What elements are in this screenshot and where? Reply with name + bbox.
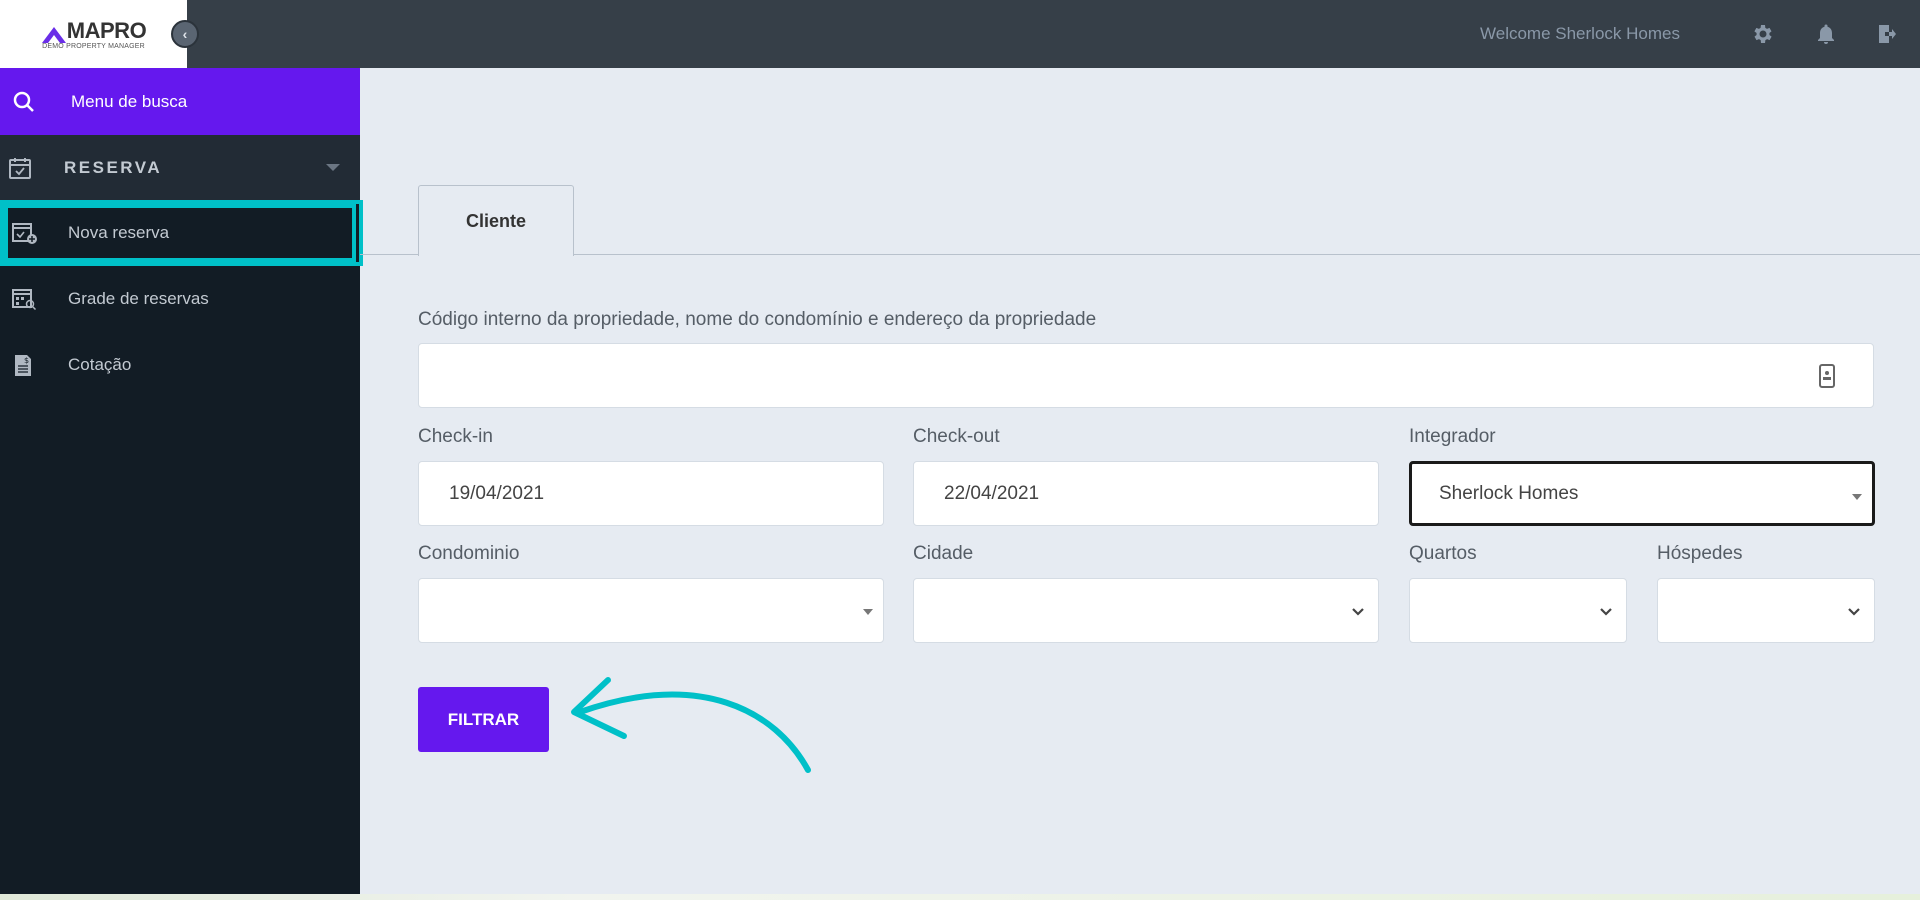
invoice-icon: $ (15, 355, 31, 376)
chevron-down-icon (1352, 608, 1364, 616)
logout-icon[interactable] (1874, 22, 1898, 46)
logo-text: MAPRO (66, 18, 147, 43)
logo[interactable]: MAPRO DEMO PROPERTY MANAGER (0, 0, 187, 68)
checkin-input[interactable]: 19/04/2021 (418, 461, 884, 526)
contact-card-icon[interactable] (1819, 364, 1835, 388)
property-search-input[interactable] (418, 343, 1874, 408)
filter-button[interactable]: FILTRAR (418, 687, 549, 752)
annotation-arrow-icon (571, 677, 811, 773)
sidebar-item-nova-reserva[interactable]: Nova reserva (0, 200, 363, 266)
cidade-label: Cidade (913, 543, 974, 564)
checkout-input[interactable]: 22/04/2021 (913, 461, 1379, 526)
checkin-label: Check-in (418, 426, 493, 447)
group-label: RESERVA (64, 157, 163, 177)
caret-down-icon (1852, 494, 1862, 500)
quartos-select[interactable] (1409, 578, 1627, 643)
condominio-select[interactable] (418, 578, 884, 643)
search-menu-label: Menu de busca (71, 91, 188, 111)
chevron-down-icon (1600, 608, 1612, 616)
sidebar-search-menu[interactable]: Menu de busca (0, 68, 360, 135)
condominio-label: Condominio (418, 543, 520, 564)
hospedes-select[interactable] (1657, 578, 1875, 643)
svg-text:$: $ (24, 356, 29, 365)
sidebar-item-label: Cotação (68, 355, 132, 374)
search-icon (13, 91, 34, 112)
caret-down-icon (863, 609, 873, 615)
chevron-down-icon (1848, 608, 1860, 616)
chevron-left-icon: ‹ (182, 26, 188, 42)
bell-icon[interactable] (1814, 22, 1838, 46)
hospedes-label: Hóspedes (1657, 543, 1743, 564)
tab-cliente[interactable]: Cliente (418, 185, 574, 256)
calendar-search-icon (12, 289, 37, 311)
calendar-add-icon (12, 223, 37, 244)
collapse-sidebar-button[interactable]: ‹ (171, 20, 199, 48)
integrador-value: Sherlock Homes (1439, 482, 1579, 504)
sidebar-item-grade-de-reservas[interactable]: Grade de reservas (0, 266, 360, 332)
checkout-value: 22/04/2021 (944, 482, 1040, 504)
cidade-select[interactable] (913, 578, 1379, 643)
sidebar-item-cotacao[interactable]: $ Cotação (0, 332, 360, 398)
roof-icon (41, 27, 66, 43)
sidebar-item-label: Grade de reservas (68, 289, 209, 308)
sidebar-group-reserva[interactable]: RESERVA (0, 135, 360, 200)
integrador-select[interactable]: Sherlock Homes (1409, 461, 1875, 526)
bottom-strip (0, 894, 1920, 900)
sidebar: Menu de busca RESERVA Nova reserva Grade… (0, 68, 363, 900)
checkin-value: 19/04/2021 (449, 482, 545, 504)
gear-icon[interactable] (1751, 22, 1775, 46)
sidebar-item-label: Nova reserva (68, 223, 170, 242)
logo-subtitle: DEMO PROPERTY MANAGER (42, 43, 145, 50)
tab-bar-divider (360, 254, 1920, 255)
integrador-label: Integrador (1409, 426, 1496, 447)
checkout-label: Check-out (913, 426, 1000, 447)
property-label: Código interno da propriedade, nome do c… (418, 309, 1097, 330)
caret-down-icon (326, 164, 340, 171)
top-header: MAPRO DEMO PROPERTY MANAGER ‹ Welcome Sh… (0, 0, 1920, 68)
calendar-check-icon (9, 157, 31, 179)
quartos-label: Quartos (1409, 543, 1477, 564)
welcome-text: Welcome Sherlock Homes (1480, 24, 1680, 43)
